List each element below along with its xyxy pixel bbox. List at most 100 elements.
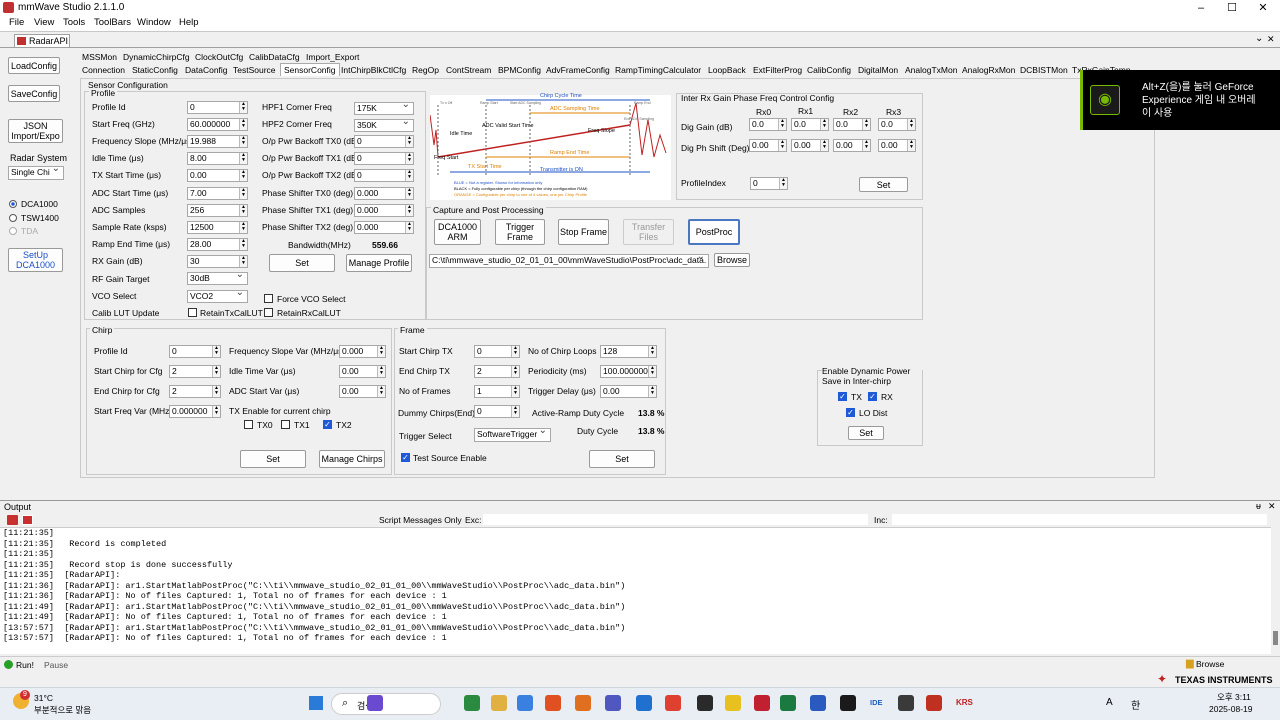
backoff-tx2-input[interactable]: 0 ▲ ▼ — [354, 169, 414, 182]
tsw1400-radio[interactable] — [9, 214, 17, 222]
tx1-checkbox[interactable] — [281, 420, 290, 429]
dig-ph-rx0[interactable]: 0.00 ▲ ▼ — [749, 139, 787, 152]
vco-select-select[interactable]: VCO2 — [187, 290, 248, 303]
trigger-select-select[interactable]: SoftwareTrigger — [474, 428, 551, 442]
dummy-chirps-input[interactable]: 0 ▲ ▼ — [474, 405, 520, 418]
stop-frame-button[interactable]: Stop Frame — [558, 219, 609, 245]
tab-dcbistmon[interactable]: DCBISTMon — [1020, 65, 1068, 75]
phase-tx0-input[interactable]: 0.000 ▲ ▼ — [354, 187, 414, 200]
setup-dca1000-button[interactable]: SetUp DCA1000 — [8, 248, 63, 272]
chirp-set-button[interactable]: Set — [240, 450, 306, 468]
rx-gain-input[interactable]: 30 ▲ ▼ — [187, 255, 248, 268]
rx-gain-set-button[interactable]: Set — [859, 177, 908, 192]
hpf1-select[interactable]: 175K — [354, 102, 414, 115]
tab-clockoutcfg[interactable]: ClockOutCfg — [195, 52, 243, 62]
menu-view[interactable]: View — [34, 17, 54, 28]
dig-ph-rx2[interactable]: 0.00 ▲ ▼ — [833, 139, 871, 152]
taskbar-krs-app[interactable]: KRS — [956, 698, 973, 707]
taskbar-app-icon[interactable] — [898, 695, 914, 711]
taskbar-app-icon[interactable] — [810, 695, 826, 711]
end-chirp-tx-input[interactable]: 2 ▲ ▼ — [474, 365, 520, 378]
dyn-lo-checkbox[interactable]: ✓ — [846, 408, 855, 417]
tab-regop[interactable]: RegOp — [412, 65, 439, 75]
output-scrollbar[interactable] — [1271, 527, 1280, 654]
rf-gain-target-select[interactable]: 30dB — [187, 272, 248, 285]
trigger-delay-input[interactable]: 0.00 ▲ ▼ — [600, 385, 657, 398]
inc-input[interactable] — [892, 514, 1267, 525]
backoff-tx1-input[interactable]: 0 ▲ ▼ — [354, 152, 414, 165]
taskbar-app-icon[interactable] — [926, 695, 942, 711]
pause-label[interactable]: Pause — [44, 660, 68, 670]
backoff-tx0-input[interactable]: 0 ▲ ▼ — [354, 135, 414, 148]
dca1000-radio[interactable] — [9, 200, 17, 208]
tab-mssmon[interactable]: MSSMon — [82, 52, 117, 62]
taskbar-app-icon[interactable] — [697, 695, 713, 711]
dca1000-arm-button[interactable]: DCA1000 ARM — [434, 219, 481, 245]
radar-system-select[interactable]: Single Chi — [8, 166, 64, 180]
frame-set-button[interactable]: Set — [589, 450, 655, 468]
tab-contstream[interactable]: ContStream — [446, 65, 491, 75]
dyn-rx-checkbox[interactable]: ✓ — [868, 392, 877, 401]
dig-gain-rx1[interactable]: 0.0 ▲ ▼ — [791, 118, 829, 131]
taskbar-app-icon[interactable] — [725, 695, 741, 711]
tab-analogrxmon[interactable]: AnalogRxMon — [962, 65, 1015, 75]
no-of-frames-input[interactable]: 1 ▲ ▼ — [474, 385, 520, 398]
chirp-loops-input[interactable]: 128 ▲ ▼ — [600, 345, 657, 358]
tab-loopback[interactable]: LoopBack — [708, 65, 746, 75]
tab-calibconfig[interactable]: CalibConfig — [807, 65, 851, 75]
exc-input[interactable] — [483, 514, 868, 525]
dig-ph-rx3[interactable]: 0.00 ▲ ▼ — [878, 139, 916, 152]
tx-start-time-input[interactable]: 0.00 ▲ ▼ — [187, 169, 248, 182]
output-close-icon[interactable]: ✕ — [1268, 501, 1276, 512]
phase-tx1-input[interactable]: 0.000 ▲ ▼ — [354, 204, 414, 217]
tab-import-export[interactable]: Import_Export — [306, 52, 359, 62]
taskbar-app-icon[interactable] — [665, 695, 681, 711]
dig-gain-rx2[interactable]: 0.0 ▲ ▼ — [833, 118, 871, 131]
chirp-profile-id-input[interactable]: 0 ▲ ▼ — [169, 345, 221, 358]
end-chirp-cfg-input[interactable]: 2 ▲ ▼ — [169, 385, 221, 398]
dyn-set-button[interactable]: Set — [848, 426, 884, 440]
menu-help[interactable]: Help — [179, 17, 199, 28]
tab-extfilterprog[interactable]: ExtFilterProg — [753, 65, 802, 75]
tab-ramptimingcalculator[interactable]: RampTimingCalculator — [615, 65, 701, 75]
dig-gain-rx0[interactable]: 0.0 ▲ ▼ — [749, 118, 787, 131]
minimize-button[interactable]: – — [1186, 0, 1216, 16]
scrollbar-thumb[interactable] — [1273, 631, 1278, 645]
taskbar-app-icon[interactable] — [464, 695, 480, 711]
windows-start-icon[interactable] — [309, 696, 323, 710]
font-icon[interactable]: A — [1106, 697, 1113, 708]
adc-start-time-input[interactable]: 7.00 ▲ ▼ — [187, 187, 248, 200]
taskbar-app-icon[interactable] — [575, 695, 591, 711]
tab-bpmconfig[interactable]: BPMConfig — [498, 65, 541, 75]
tab-analogtxmon[interactable]: AnalogTxMon — [905, 65, 957, 75]
force-vco-checkbox[interactable] — [264, 294, 273, 303]
close-tab-icon[interactable]: ✕ — [1267, 34, 1275, 45]
tab-intchirpblkctlcfg[interactable]: IntChirpBlkCtlCfg — [341, 65, 406, 75]
idle-time-input[interactable]: 8.00 ▲ ▼ — [187, 152, 248, 165]
close-button[interactable]: ✕ — [1248, 0, 1278, 16]
tab-dataconfig[interactable]: DataConfig — [185, 65, 228, 75]
tx0-checkbox[interactable] — [244, 420, 253, 429]
retain-rx-checkbox[interactable] — [264, 308, 273, 317]
adc-start-var-input[interactable]: 0.00 ▲ ▼ — [339, 385, 386, 398]
clock-date[interactable]: 2025-08-19 — [1209, 704, 1252, 714]
tx2-checkbox[interactable]: ✓ — [323, 420, 332, 429]
tab-staticconfig[interactable]: StaticConfig — [132, 65, 178, 75]
start-freq-input[interactable]: 60.000000 ▲ ▼ — [187, 118, 248, 131]
pin-icon[interactable]: ᵾ — [1256, 501, 1261, 511]
sample-rate-input[interactable]: 12500 ▲ ▼ — [187, 221, 248, 234]
start-chirp-tx-input[interactable]: 0 ▲ ▼ — [474, 345, 520, 358]
tda-radio[interactable] — [9, 227, 17, 235]
json-import-export-button[interactable]: JSON Import/Expo — [8, 119, 63, 143]
language-indicator[interactable]: 한 — [1131, 697, 1140, 712]
taskbar-app-icon[interactable] — [754, 695, 770, 711]
taskbar-app-icon[interactable] — [780, 695, 796, 711]
profile-index-input[interactable]: 0 ▲ ▼ — [750, 177, 788, 190]
dig-ph-rx1[interactable]: 0.00 ▲ ▼ — [791, 139, 829, 152]
script-messages-label[interactable]: Script Messages Only — [379, 515, 462, 525]
tab-connection[interactable]: Connection — [82, 65, 125, 75]
ramp-end-time-input[interactable]: 28.00 ▲ ▼ — [187, 238, 248, 251]
tab-radarapi[interactable]: RadarAPI — [14, 34, 70, 47]
clear-icon[interactable] — [7, 515, 18, 525]
taskbar-app-icon[interactable] — [367, 695, 383, 711]
